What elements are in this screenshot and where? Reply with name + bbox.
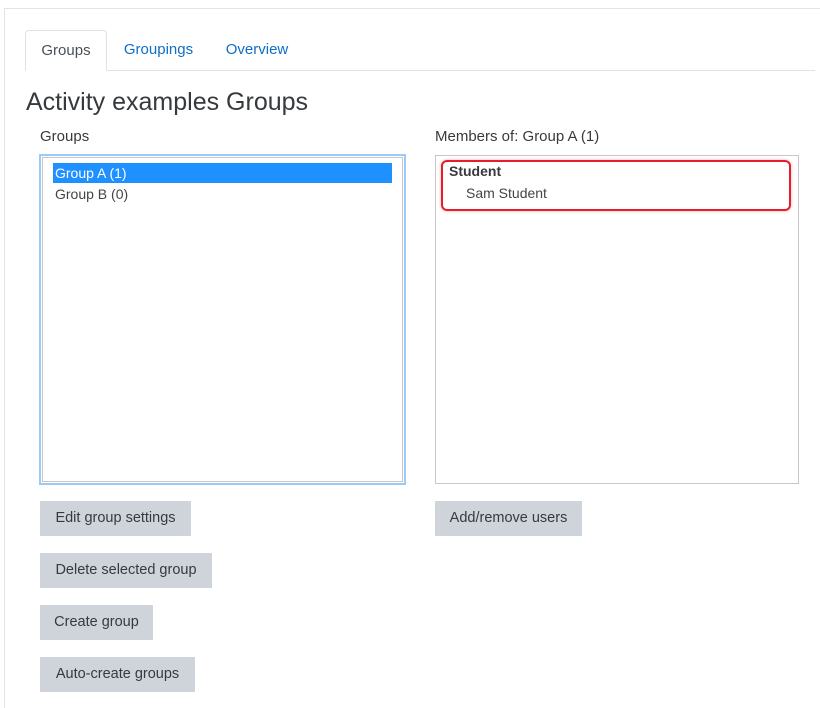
group-option-group-a[interactable]: Group A (1): [53, 163, 392, 183]
tab-overview[interactable]: Overview: [215, 30, 299, 70]
group-option-group-b[interactable]: Group B (0): [53, 184, 392, 204]
page-title: Activity examples Groups: [26, 88, 309, 116]
members-label: Members of: Group A (1): [435, 128, 600, 145]
add-remove-users-button[interactable]: Add/remove users: [435, 501, 582, 536]
edit-group-settings-button[interactable]: Edit group settings: [40, 501, 191, 536]
tab-groupings[interactable]: Groupings: [112, 30, 205, 70]
member-option-sam-student[interactable]: Sam Student: [466, 185, 547, 201]
delete-selected-group-button[interactable]: Delete selected group: [40, 553, 212, 588]
tab-bar: Groups Groupings Overview: [25, 30, 815, 71]
groups-label: Groups: [40, 128, 90, 145]
groups-select-inner: [42, 157, 403, 482]
create-group-button[interactable]: Create group: [40, 605, 153, 640]
tab-groups[interactable]: Groups: [25, 30, 107, 71]
auto-create-groups-button[interactable]: Auto-create groups: [40, 657, 195, 692]
groups-select[interactable]: Group A (1) Group B (0): [39, 154, 406, 485]
role-heading-student: Student: [449, 163, 502, 179]
